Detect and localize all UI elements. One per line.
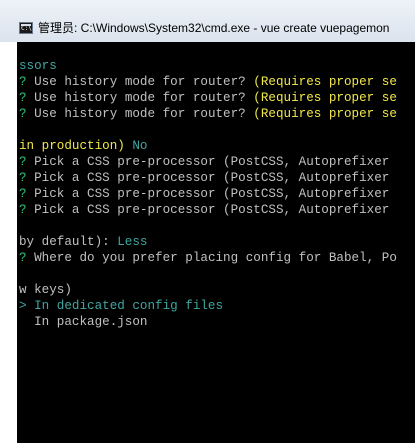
console-text-segment: ? [19, 251, 35, 265]
console-line: by default): Less [19, 234, 147, 250]
console-line: ? Pick a CSS pre-processor (PostCSS, Aut… [19, 186, 389, 202]
console-text-segment: Use history mode for router? [34, 75, 254, 89]
console-line: ? Pick a CSS pre-processor (PostCSS, Aut… [19, 202, 389, 218]
console-text-segment: (Requires proper se [253, 107, 397, 121]
console-line: ? Use history mode for router? (Requires… [19, 90, 397, 106]
console-line: w keys) [19, 282, 72, 298]
console-text-segment: (Requires proper se [253, 91, 397, 105]
console-line: ? Where do you prefer placing config for… [19, 250, 397, 266]
window-titlebar[interactable]: 管理员: C:\Windows\System32\cmd.exe - vue c… [0, 0, 415, 42]
console-text-segment: ? [19, 155, 35, 169]
console-line: in production) No [19, 138, 148, 154]
window-title: 管理员: C:\Windows\System32\cmd.exe - vue c… [38, 21, 390, 35]
console-text-segment: ? [19, 91, 35, 105]
console-text-segment: in production) [19, 139, 133, 153]
console-line: ? Pick a CSS pre-processor (PostCSS, Aut… [19, 154, 389, 170]
console-line: In package.json [19, 314, 147, 330]
console-text-segment: No [132, 139, 148, 153]
console-text-segment: Pick a CSS pre-processor (PostCSS, Autop… [34, 203, 390, 217]
console-text-segment: ? [19, 171, 35, 185]
console-text-segment: ? [19, 203, 35, 217]
console-text-segment: Less [117, 235, 148, 249]
console-text-segment: (Requires proper se [253, 75, 397, 89]
console-text-segment: Use history mode for router? [34, 107, 254, 121]
console-line: ? Use history mode for router? (Requires… [19, 106, 397, 122]
console-line: ? Pick a CSS pre-processor (PostCSS, Aut… [19, 170, 389, 186]
console-text-segment: > In dedicated config files [19, 299, 224, 313]
console-line: ? Use history mode for router? (Requires… [19, 74, 397, 90]
window-left-frame [0, 42, 17, 443]
cmd-app-icon [19, 22, 33, 34]
console-text-segment: ? [19, 187, 35, 201]
console-line: ssors [19, 58, 57, 74]
console-text-segment: ? [19, 107, 35, 121]
console-text-segment: Where do you prefer placing config for B… [34, 251, 397, 265]
console-text-segment: by default): [19, 235, 118, 249]
console-text-segment: Pick a CSS pre-processor (PostCSS, Autop… [34, 155, 390, 169]
console-text-segment: In package.json [19, 315, 148, 329]
console-text-segment: ssors [19, 59, 57, 73]
console-text-segment: w keys) [19, 283, 72, 297]
console-output[interactable]: ssors? Use history mode for router? (Req… [17, 42, 415, 443]
console-text-segment: Pick a CSS pre-processor (PostCSS, Autop… [34, 187, 390, 201]
console-text-segment: ? [19, 75, 35, 89]
console-text-segment: Use history mode for router? [34, 91, 254, 105]
console-text-segment: Pick a CSS pre-processor (PostCSS, Autop… [34, 171, 390, 185]
console-line: > In dedicated config files [19, 298, 223, 314]
